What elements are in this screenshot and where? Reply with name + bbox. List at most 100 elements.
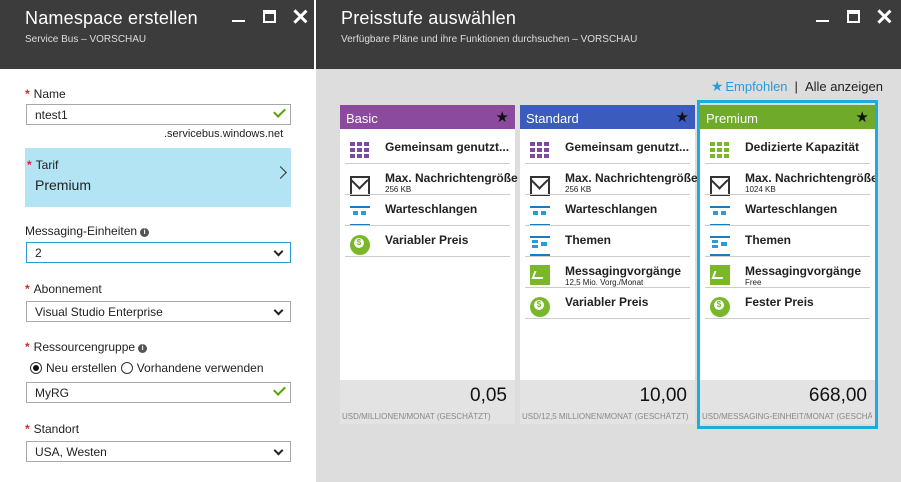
feature-title: Gemeinsam genutzt... <box>385 140 510 154</box>
minimize-icon[interactable] <box>230 8 247 25</box>
tarif-value: Premium <box>35 177 92 193</box>
message-size-icon <box>350 176 370 196</box>
feature-divider <box>705 318 870 319</box>
info-icon[interactable]: i <box>138 344 148 353</box>
radio-new[interactable] <box>30 362 42 374</box>
feature-divider <box>345 256 510 257</box>
price-unit: USD/MILLIONEN/MONAT (GESCHÄTZT) <box>342 412 491 421</box>
feature-divider <box>525 163 690 164</box>
feature-title: Fester Preis <box>745 295 814 309</box>
tier-name: Premium <box>706 111 759 126</box>
chevron-down-icon <box>273 305 284 316</box>
feature-divider <box>705 256 870 257</box>
topic-icon <box>530 236 550 256</box>
message-size-icon <box>710 176 730 196</box>
right-blade-header: Preisstufe auswählen Verfügbare Pläne un… <box>316 0 901 69</box>
chevron-right-icon <box>274 166 287 179</box>
star-icon: ★ <box>710 78 724 94</box>
price-area: 10,00 USD/12,5 MILLIONEN/MONAT (GESCHÄTZT… <box>520 380 695 424</box>
radio-new-label: Neu erstellen <box>46 361 117 375</box>
tier-name: Standard <box>526 111 579 126</box>
left-blade-header: Namespace erstellen Service Bus – VORSCH… <box>0 0 314 69</box>
close-icon[interactable] <box>876 8 893 25</box>
messaging-units-select[interactable]: 2 <box>26 242 291 263</box>
feature-subtitle: 12,5 Mio. Vorg./Monat <box>565 278 644 287</box>
feature-subtitle: 1024 KB <box>745 185 776 194</box>
pricing-card-header: Premium ★ <box>700 105 875 129</box>
messaging-units-value: 2 <box>35 246 42 260</box>
messaging-ops-icon <box>710 265 730 285</box>
info-icon[interactable]: i <box>140 228 150 237</box>
feature-divider <box>705 163 870 164</box>
radio-existing-label: Vorhandene verwenden <box>136 361 264 375</box>
feature-title: Warteschlangen <box>745 202 838 216</box>
feature-divider <box>345 163 510 164</box>
topic-icon <box>710 236 730 256</box>
right-blade-subtitle: Verfügbare Pläne und ihre Funktionen dur… <box>341 34 638 45</box>
chevron-down-icon <box>273 246 284 257</box>
feature-subtitle: 256 KB <box>565 185 592 194</box>
queue-icon <box>710 206 730 226</box>
price-value: 10,00 <box>639 385 687 406</box>
feature-subtitle: Free <box>745 278 762 287</box>
resource-group-label: * Ressourcengruppe i <box>25 340 148 354</box>
price-area: 668,00 USD/MESSAGING-EINHEIT/MONAT (GESCH… <box>700 380 875 424</box>
pricing-card-basic[interactable]: Basic ★ Gemeinsam genutzt... Max. Nachricht… <box>340 105 518 424</box>
price-coin-icon <box>530 297 550 317</box>
feature-divider <box>525 287 690 288</box>
price-area: 0,05 USD/MILLIONEN/MONAT (GESCHÄTZT) <box>340 380 515 424</box>
feature-title: Variabler Preis <box>385 233 469 247</box>
feature-divider <box>345 194 510 195</box>
shared-capacity-icon <box>530 142 550 162</box>
feature-divider <box>525 225 690 226</box>
maximize-icon[interactable] <box>261 8 278 25</box>
feature-title: Variabler Preis <box>565 295 649 309</box>
feature-title: Warteschlangen <box>565 202 658 216</box>
feature-title: Themen <box>745 233 792 247</box>
tier-name: Basic <box>346 111 378 126</box>
feature-title: Gemeinsam genutzt... <box>565 140 690 154</box>
price-unit: USD/MESSAGING-EINHEIT/MONAT (GESCHÄTZT) <box>702 412 872 421</box>
feature-subtitle: 256 KB <box>385 185 412 194</box>
subscription-value: Visual Studio Enterprise <box>35 305 163 319</box>
star-icon: ★ <box>855 109 869 126</box>
name-input[interactable]: ntest1 <box>26 104 291 125</box>
message-size-icon <box>530 176 550 196</box>
resource-group-input[interactable]: MyRG <box>26 382 291 403</box>
left-blade-subtitle: Service Bus – VORSCHAU <box>25 34 147 45</box>
feature-divider <box>705 225 870 226</box>
tier-filter: ★ Empfohlen | Alle anzeigen <box>711 78 883 95</box>
tarif-selector[interactable]: * Tarif Premium <box>25 148 291 207</box>
show-all-link[interactable]: Alle anzeigen <box>805 79 883 94</box>
location-value: USA, Westen <box>35 445 107 459</box>
valid-check-icon <box>273 105 286 118</box>
domain-suffix: .servicebus.windows.net <box>164 128 284 140</box>
price-value: 668,00 <box>808 385 867 406</box>
radio-existing[interactable] <box>120 362 133 374</box>
subscription-select[interactable]: Visual Studio Enterprise <box>26 301 291 322</box>
feature-divider <box>705 194 870 195</box>
maximize-icon[interactable] <box>845 8 862 25</box>
pricing-card-header: Standard ★ <box>520 105 695 129</box>
queue-icon <box>530 206 550 226</box>
feature-title: Max. Nachrichtengröße <box>745 171 878 185</box>
price-value: 0,05 <box>470 385 507 406</box>
feature-title: Dedizierte Kapazität <box>745 140 860 154</box>
resource-group-mode: Neu erstellen Vorhandene verwenden <box>30 361 268 375</box>
recommended-link[interactable]: Empfohlen <box>725 79 787 94</box>
minimize-icon[interactable] <box>814 8 831 25</box>
create-namespace-blade: Namespace erstellen Service Bus – VORSCH… <box>0 0 314 482</box>
pricing-card-standard[interactable]: Standard ★ Gemeinsam genutzt... Max. Nachri… <box>520 105 698 424</box>
chevron-down-icon <box>273 445 284 456</box>
pricing-card-premium[interactable]: Premium ★ Dedizierte Kapazität Max. Nachric… <box>700 105 878 424</box>
resource-group-value: MyRG <box>35 386 69 400</box>
location-select[interactable]: USA, Westen <box>26 441 291 462</box>
feature-title: Max. Nachrichtengröße <box>565 171 698 185</box>
shared-capacity-icon <box>350 142 370 162</box>
feature-title: Max. Nachrichtengröße <box>385 171 518 185</box>
star-icon: ★ <box>675 109 689 126</box>
price-unit: USD/12,5 MILLIONEN/MONAT (GESCHÄTZT) <box>522 412 689 421</box>
close-icon[interactable] <box>292 8 309 25</box>
pricing-card-header: Basic ★ <box>340 105 515 129</box>
feature-title: Messagingvorgänge <box>565 264 682 278</box>
